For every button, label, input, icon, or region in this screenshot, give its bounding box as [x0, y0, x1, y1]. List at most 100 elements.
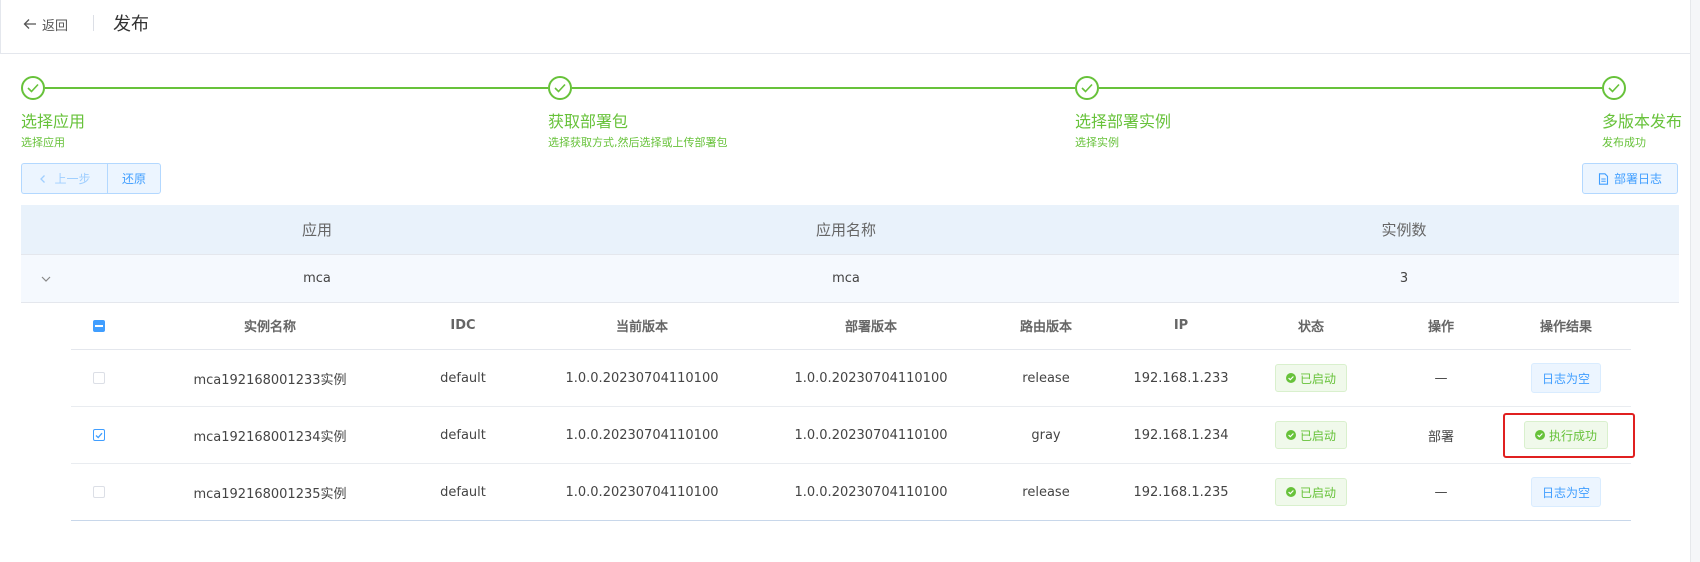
app-table: 应用 应用名称 实例数 mca mca 3 [21, 205, 1679, 303]
cell-operation: 部署 [1427, 429, 1454, 445]
step-3-title: 选择部署实例 [1075, 112, 1172, 131]
column-header-result: 操作结果 [1539, 320, 1592, 335]
cell-deploy-version: 1.0.0.20230704110100 [794, 370, 948, 386]
cell-app-name: mca [832, 271, 860, 286]
cell-deploy-version: 1.0.0.20230704110100 [794, 427, 948, 443]
step-4-desc: 发布成功 [1602, 136, 1646, 149]
row-checkbox[interactable] [93, 429, 105, 441]
prev-step-button[interactable]: 上一步 [21, 163, 107, 194]
cell-result: 日志为空 [1501, 363, 1631, 393]
step-connector-3 [1099, 87, 1602, 89]
header-divider [93, 15, 94, 31]
chevron-left-icon [40, 174, 46, 183]
document-icon [1598, 172, 1609, 185]
column-header-operation: 操作 [1427, 320, 1454, 335]
column-header-idc: IDC [450, 318, 476, 333]
instance-table: 实例名称 IDC 当前版本 部署版本 路由版本 IP 状态 操作 操作结果 mc… [71, 302, 1631, 521]
column-header-app-name: 应用名称 [815, 221, 876, 239]
step-1-desc: 选择应用 [21, 136, 65, 149]
page-header: 返回 发布 [0, 0, 1690, 54]
status-badge: 已启动 [1274, 421, 1347, 449]
step-3-desc: 选择实例 [1075, 136, 1119, 149]
log-empty-button[interactable]: 日志为空 [1530, 363, 1601, 393]
cell-current-version: 1.0.0.20230704110100 [565, 370, 719, 386]
step-2-title: 获取部署包 [548, 112, 629, 131]
cell-result: 日志为空 [1501, 477, 1631, 507]
column-header-deploy-version: 部署版本 [844, 320, 897, 335]
column-header-instance-name: 实例名称 [243, 320, 296, 335]
chevron-down-icon [41, 276, 51, 282]
cell-app: mca [303, 271, 331, 286]
table-row: mca192168001235实例 default 1.0.0.20230704… [71, 464, 1631, 521]
step-3-check-icon [1075, 76, 1099, 100]
row-select-cell [71, 486, 127, 498]
select-all-checkbox[interactable] [93, 319, 105, 332]
step-nav-buttons: 上一步 还原 [21, 163, 161, 194]
status-label: 已启动 [1299, 371, 1336, 386]
cell-current-version: 1.0.0.20230704110100 [565, 427, 719, 443]
deploy-log-button[interactable]: 部署日志 [1582, 163, 1678, 194]
status-label: 已启动 [1299, 485, 1336, 500]
cell-ip: 192.168.1.235 [1133, 484, 1229, 500]
table-row: mca192168001234实例 default 1.0.0.20230704… [71, 407, 1631, 464]
column-header-ip: IP [1173, 318, 1189, 333]
checkmark-icon [95, 432, 103, 439]
cell-ip: 192.168.1.234 [1133, 427, 1229, 443]
page-title: 发布 [113, 14, 149, 35]
column-header-status: 状态 [1297, 320, 1324, 335]
instance-table-header: 实例名称 IDC 当前版本 部署版本 路由版本 IP 状态 操作 操作结果 [71, 302, 1631, 350]
page-scrollbar-track[interactable] [1690, 0, 1700, 562]
cell-instance-name: mca192168001234实例 [193, 429, 347, 445]
status-badge: 已启动 [1274, 478, 1347, 506]
prev-step-label: 上一步 [54, 172, 91, 186]
status-badge: 已启动 [1274, 364, 1347, 392]
log-empty-button[interactable]: 日志为空 [1530, 477, 1601, 507]
select-all-cell [71, 319, 127, 332]
cell-ip: 192.168.1.233 [1133, 370, 1229, 386]
step-connector-1 [45, 87, 548, 89]
row-select-cell [71, 372, 127, 384]
cell-idc: default [440, 484, 486, 500]
restore-button[interactable]: 还原 [107, 163, 161, 194]
cell-instance-name: mca192168001235实例 [193, 486, 347, 502]
step-4-title: 多版本发布 [1602, 112, 1683, 131]
cell-route-version: release [1022, 370, 1070, 386]
column-header-current-version: 当前版本 [615, 320, 668, 335]
steps-bar: 选择应用 选择应用 获取部署包 选择获取方式,然后选择或上传部署包 选择部署实例… [0, 74, 1690, 154]
back-label: 返回 [42, 18, 69, 34]
step-1-title: 选择应用 [21, 112, 86, 131]
column-header-instance-count: 实例数 [1381, 221, 1427, 239]
step-connector-2 [572, 87, 1075, 89]
cell-status: 已启动 [1241, 364, 1381, 392]
table-row: mca192168001233实例 default 1.0.0.20230704… [71, 350, 1631, 407]
column-header-route-version: 路由版本 [1019, 320, 1072, 335]
check-circle-icon [1285, 487, 1296, 497]
row-select-cell [71, 429, 127, 441]
cell-operation: — [1434, 370, 1448, 386]
cell-status: 已启动 [1241, 478, 1381, 506]
expand-toggle[interactable] [21, 275, 71, 283]
status-label: 已启动 [1299, 428, 1336, 443]
row-checkbox[interactable] [93, 486, 105, 498]
step-2-check-icon [548, 76, 572, 100]
app-table-header: 应用 应用名称 实例数 [21, 205, 1679, 255]
deploy-log-label: 部署日志 [1613, 172, 1662, 186]
back-button[interactable]: 返回 [23, 12, 68, 36]
column-header-app: 应用 [301, 221, 332, 239]
cell-status: 已启动 [1241, 421, 1381, 449]
step-2-desc: 选择获取方式,然后选择或上传部署包 [548, 136, 728, 149]
cell-idc: default [440, 427, 486, 443]
cell-idc: default [440, 370, 486, 386]
cell-route-version: gray [1031, 427, 1061, 443]
cell-deploy-version: 1.0.0.20230704110100 [794, 484, 948, 500]
cell-operation: — [1434, 484, 1448, 500]
check-circle-icon [1285, 430, 1296, 440]
step-4-check-icon [1602, 76, 1626, 100]
row-checkbox[interactable] [93, 372, 105, 384]
arrow-left-icon [23, 19, 36, 29]
table-row: mca mca 3 [21, 255, 1679, 303]
cell-current-version: 1.0.0.20230704110100 [565, 484, 719, 500]
step-1-check-icon [21, 76, 45, 100]
cell-instance-count: 3 [1399, 271, 1409, 286]
check-circle-icon [1285, 373, 1296, 383]
